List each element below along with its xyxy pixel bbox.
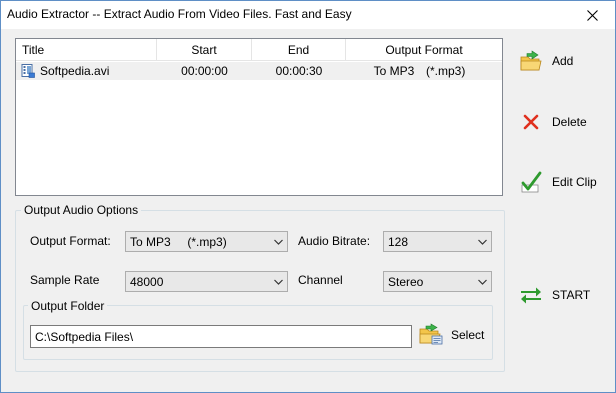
sample-rate-value: 48000 [130,275,164,289]
add-folder-icon [519,49,543,73]
cell-extension: (*.mp3) [426,64,466,78]
sample-rate-select[interactable]: 48000 [125,271,288,292]
output-folder-title: Output Folder [28,299,108,313]
column-start[interactable]: Start [157,39,252,61]
start-button[interactable]: START [519,280,590,310]
output-format-value: To MP3 (*.mp3) [130,235,227,249]
clip-list[interactable]: Title Start End Output Format Softpedia.… [15,38,503,196]
column-title[interactable]: Title [16,39,157,61]
column-output-format[interactable]: Output Format [346,39,502,61]
add-label: Add [552,54,574,68]
chevron-down-icon [274,239,283,245]
channel-label: Channel [298,273,343,287]
add-button[interactable]: Add [519,46,573,76]
list-header: Title Start End Output Format [16,39,502,61]
swap-arrows-icon [519,283,543,307]
close-button[interactable] [569,1,615,30]
channel-value: Stereo [388,275,424,289]
cell-end: 00:00:30 [275,64,323,78]
title-bar: Audio Extractor -- Extract Audio From Vi… [0,0,616,29]
audio-bitrate-select[interactable]: 128 [383,231,492,252]
output-format-label: Output Format: [30,234,111,248]
close-icon [586,10,598,21]
edit-clip-label: Edit Clip [552,175,597,189]
column-end[interactable]: End [252,39,346,61]
cell-start: 00:00:00 [181,64,228,78]
green-check-icon [519,170,543,194]
cell-title: Softpedia.avi [40,64,110,78]
output-folder-input[interactable] [31,326,411,347]
list-item[interactable]: Softpedia.avi 00:00:00 00:00:30 To MP3 (… [16,62,502,80]
select-folder-button[interactable]: Select [419,321,484,349]
start-label: START [552,288,591,302]
window-title: Audio Extractor -- Extract Audio From Vi… [7,7,352,21]
delete-label: Delete [552,115,587,129]
chevron-down-icon [478,279,487,285]
audio-bitrate-value: 128 [388,235,409,249]
delete-button[interactable]: Delete [519,107,587,137]
edit-clip-button[interactable]: Edit Clip [519,167,597,197]
output-format-select[interactable]: To MP3 (*.mp3) [125,231,288,252]
chevron-down-icon [274,279,283,285]
output-audio-options-title: Output Audio Options [21,203,142,217]
select-label: Select [451,328,485,342]
folder-open-icon [419,322,443,349]
chevron-down-icon [478,239,487,245]
main-window: Title Start End Output Format Softpedia.… [0,29,616,393]
output-folder-field[interactable] [30,325,412,348]
red-x-icon [519,110,543,134]
sample-rate-label: Sample Rate [30,273,100,287]
channel-select[interactable]: Stereo [383,271,492,292]
audio-bitrate-label: Audio Bitrate: [298,234,371,248]
